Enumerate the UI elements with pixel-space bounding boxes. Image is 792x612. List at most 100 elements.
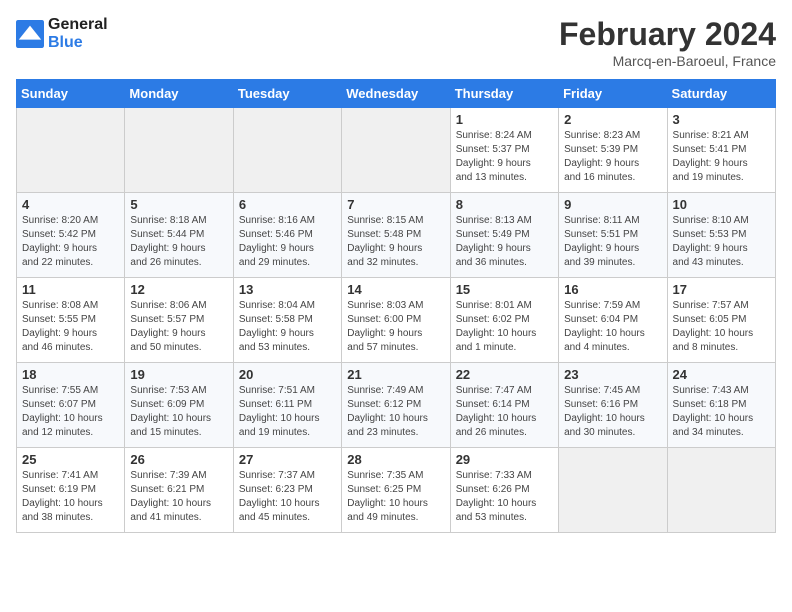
calendar-cell: 8 Sunrise: 8:13 AM Sunset: 5:49 PM Daylig…	[450, 193, 558, 278]
calendar-subtitle: Marcq-en-Baroeul, France	[559, 53, 776, 69]
calendar-cell: 21Sunrise: 7:49 AM Sunset: 6:12 PM Dayli…	[342, 363, 450, 448]
day-info: Sunrise: 7:53 AM Sunset: 6:09 PM Dayligh…	[130, 384, 227, 440]
day-number: 1	[456, 112, 553, 127]
calendar-table: SundayMondayTuesdayWednesdayThursdayFrid…	[16, 79, 776, 533]
day-number: 12	[130, 282, 227, 297]
day-info: Sunrise: 7:39 AM Sunset: 6:21 PM Dayligh…	[130, 469, 227, 525]
calendar-cell	[342, 108, 450, 193]
day-info: Sunrise: 8:13 AM Sunset: 5:49 PM Dayligh…	[456, 214, 553, 270]
logo-text-line1: General	[48, 16, 108, 34]
calendar-cell: 11 Sunrise: 8:08 AM Sunset: 5:55 PM Dayli…	[17, 278, 125, 363]
day-info: Sunrise: 7:59 AM Sunset: 6:04 PM Dayligh…	[564, 299, 661, 355]
calendar-cell: 19 Sunrise: 7:53 AM Sunset: 6:09 PM Dayli…	[125, 363, 233, 448]
day-number: 11	[22, 282, 119, 297]
calendar-cell: 25Sunrise: 7:41 AM Sunset: 6:19 PM Dayli…	[17, 448, 125, 533]
calendar-cell: 26 Sunrise: 7:39 AM Sunset: 6:21 PM Dayli…	[125, 448, 233, 533]
calendar-header-cell: Wednesday	[342, 80, 450, 108]
calendar-cell: 5 Sunrise: 8:18 AM Sunset: 5:44 PM Daylig…	[125, 193, 233, 278]
day-number: 8	[456, 197, 553, 212]
day-info: Sunrise: 8:24 AM Sunset: 5:37 PM Dayligh…	[456, 129, 553, 185]
day-info: Sunrise: 8:10 AM Sunset: 5:53 PM Dayligh…	[673, 214, 770, 270]
calendar-header-cell: Friday	[559, 80, 667, 108]
calendar-cell: 12 Sunrise: 8:06 AM Sunset: 5:57 PM Dayli…	[125, 278, 233, 363]
calendar-week-row: 1 Sunrise: 8:24 AM Sunset: 5:37 PM Daylig…	[17, 108, 776, 193]
day-number: 5	[130, 197, 227, 212]
calendar-cell: 7 Sunrise: 8:15 AM Sunset: 5:48 PM Daylig…	[342, 193, 450, 278]
day-number: 15	[456, 282, 553, 297]
logo-icon	[16, 20, 44, 48]
day-number: 13	[239, 282, 336, 297]
title-area: February 2024 Marcq-en-Baroeul, France	[559, 16, 776, 69]
calendar-header-cell: Saturday	[667, 80, 775, 108]
day-number: 3	[673, 112, 770, 127]
calendar-cell: 28Sunrise: 7:35 AM Sunset: 6:25 PM Dayli…	[342, 448, 450, 533]
day-number: 18	[22, 367, 119, 382]
calendar-cell: 2 Sunrise: 8:23 AM Sunset: 5:39 PM Daylig…	[559, 108, 667, 193]
day-number: 19	[130, 367, 227, 382]
calendar-cell: 24Sunrise: 7:43 AM Sunset: 6:18 PM Dayli…	[667, 363, 775, 448]
day-number: 26	[130, 452, 227, 467]
day-info: Sunrise: 8:18 AM Sunset: 5:44 PM Dayligh…	[130, 214, 227, 270]
calendar-cell: 22 Sunrise: 7:47 AM Sunset: 6:14 PM Dayli…	[450, 363, 558, 448]
day-info: Sunrise: 8:03 AM Sunset: 6:00 PM Dayligh…	[347, 299, 444, 355]
calendar-body: 1 Sunrise: 8:24 AM Sunset: 5:37 PM Daylig…	[17, 108, 776, 533]
day-number: 10	[673, 197, 770, 212]
day-info: Sunrise: 7:43 AM Sunset: 6:18 PM Dayligh…	[673, 384, 770, 440]
calendar-cell: 4 Sunrise: 8:20 AM Sunset: 5:42 PM Daylig…	[17, 193, 125, 278]
day-info: Sunrise: 8:08 AM Sunset: 5:55 PM Dayligh…	[22, 299, 119, 355]
calendar-cell: 14 Sunrise: 8:03 AM Sunset: 6:00 PM Dayli…	[342, 278, 450, 363]
day-info: Sunrise: 8:04 AM Sunset: 5:58 PM Dayligh…	[239, 299, 336, 355]
calendar-cell	[233, 108, 341, 193]
day-number: 7	[347, 197, 444, 212]
day-info: Sunrise: 8:16 AM Sunset: 5:46 PM Dayligh…	[239, 214, 336, 270]
calendar-cell: 13 Sunrise: 8:04 AM Sunset: 5:58 PM Dayli…	[233, 278, 341, 363]
calendar-header-cell: Monday	[125, 80, 233, 108]
calendar-cell: 18Sunrise: 7:55 AM Sunset: 6:07 PM Dayli…	[17, 363, 125, 448]
calendar-title: February 2024	[559, 16, 776, 53]
calendar-cell: 10 Sunrise: 8:10 AM Sunset: 5:53 PM Dayli…	[667, 193, 775, 278]
calendar-cell: 17 Sunrise: 7:57 AM Sunset: 6:05 PM Dayli…	[667, 278, 775, 363]
day-number: 28	[347, 452, 444, 467]
calendar-cell	[667, 448, 775, 533]
calendar-header-cell: Thursday	[450, 80, 558, 108]
header: General Blue February 2024 Marcq-en-Baro…	[16, 16, 776, 69]
day-info: Sunrise: 8:06 AM Sunset: 5:57 PM Dayligh…	[130, 299, 227, 355]
calendar-cell	[559, 448, 667, 533]
calendar-week-row: 4 Sunrise: 8:20 AM Sunset: 5:42 PM Daylig…	[17, 193, 776, 278]
calendar-cell	[17, 108, 125, 193]
day-number: 20	[239, 367, 336, 382]
calendar-cell: 23 Sunrise: 7:45 AM Sunset: 6:16 PM Dayli…	[559, 363, 667, 448]
day-number: 22	[456, 367, 553, 382]
day-info: Sunrise: 7:37 AM Sunset: 6:23 PM Dayligh…	[239, 469, 336, 525]
calendar-cell: 15 Sunrise: 8:01 AM Sunset: 6:02 PM Dayli…	[450, 278, 558, 363]
day-info: Sunrise: 8:20 AM Sunset: 5:42 PM Dayligh…	[22, 214, 119, 270]
day-number: 17	[673, 282, 770, 297]
calendar-header-row: SundayMondayTuesdayWednesdayThursdayFrid…	[17, 80, 776, 108]
calendar-week-row: 18Sunrise: 7:55 AM Sunset: 6:07 PM Dayli…	[17, 363, 776, 448]
calendar-cell: 20Sunrise: 7:51 AM Sunset: 6:11 PM Dayli…	[233, 363, 341, 448]
day-number: 4	[22, 197, 119, 212]
day-info: Sunrise: 8:23 AM Sunset: 5:39 PM Dayligh…	[564, 129, 661, 185]
day-number: 6	[239, 197, 336, 212]
logo: General Blue	[16, 16, 108, 52]
day-info: Sunrise: 7:49 AM Sunset: 6:12 PM Dayligh…	[347, 384, 444, 440]
calendar-header-cell: Tuesday	[233, 80, 341, 108]
calendar-cell	[125, 108, 233, 193]
logo-text-line2: Blue	[48, 34, 108, 52]
day-info: Sunrise: 7:45 AM Sunset: 6:16 PM Dayligh…	[564, 384, 661, 440]
day-number: 27	[239, 452, 336, 467]
calendar-cell: 27 Sunrise: 7:37 AM Sunset: 6:23 PM Dayli…	[233, 448, 341, 533]
calendar-cell: 3 Sunrise: 8:21 AM Sunset: 5:41 PM Daylig…	[667, 108, 775, 193]
day-number: 25	[22, 452, 119, 467]
day-info: Sunrise: 7:47 AM Sunset: 6:14 PM Dayligh…	[456, 384, 553, 440]
day-info: Sunrise: 8:15 AM Sunset: 5:48 PM Dayligh…	[347, 214, 444, 270]
day-info: Sunrise: 7:57 AM Sunset: 6:05 PM Dayligh…	[673, 299, 770, 355]
day-info: Sunrise: 8:21 AM Sunset: 5:41 PM Dayligh…	[673, 129, 770, 185]
calendar-cell: 16Sunrise: 7:59 AM Sunset: 6:04 PM Dayli…	[559, 278, 667, 363]
calendar-cell: 9Sunrise: 8:11 AM Sunset: 5:51 PM Daylig…	[559, 193, 667, 278]
day-info: Sunrise: 8:01 AM Sunset: 6:02 PM Dayligh…	[456, 299, 553, 355]
day-number: 14	[347, 282, 444, 297]
calendar-cell: 29Sunrise: 7:33 AM Sunset: 6:26 PM Dayli…	[450, 448, 558, 533]
day-number: 23	[564, 367, 661, 382]
day-number: 2	[564, 112, 661, 127]
